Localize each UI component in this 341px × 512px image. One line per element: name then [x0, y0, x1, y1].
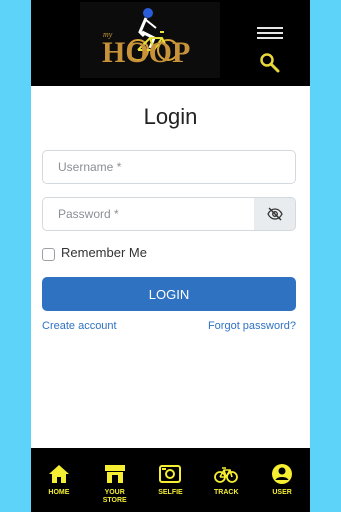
page-title: Login [143, 104, 198, 129]
nav-item-your-store[interactable]: YOUR STORE [87, 448, 143, 512]
logo[interactable]: my HOOP [80, 2, 220, 78]
hamburger-menu-icon[interactable] [257, 27, 283, 41]
nav-item-home[interactable]: HOME [31, 448, 87, 512]
username-field[interactable]: Username * [42, 150, 296, 184]
nav-label-selfie: SELFIE [158, 489, 183, 496]
remember-me-label[interactable]: Remember Me [61, 245, 147, 260]
password-field[interactable]: Password * [42, 197, 255, 231]
password-placeholder: Password * [58, 207, 119, 221]
logo-wordmark: HOOP [102, 36, 191, 69]
user-icon [270, 462, 294, 486]
app-screen: my HOOP Login Username * Password * Reme… [31, 0, 310, 512]
home-icon [47, 462, 71, 486]
login-button-label: LOGIN [148, 286, 190, 302]
forgot-password-link[interactable]: Forgot password? [208, 320, 296, 332]
bicycle-icon [214, 462, 239, 486]
store-icon [103, 462, 127, 486]
search-icon[interactable] [259, 52, 281, 74]
remember-me-checkbox[interactable] [42, 248, 55, 261]
bottom-nav: HOME YOUR STORE SELFIE TRACK USER [31, 448, 310, 512]
nav-item-selfie[interactable]: SELFIE [143, 448, 199, 512]
nav-label-track: TRACK [214, 489, 239, 496]
eye-slash-icon [266, 207, 283, 221]
toggle-password-visibility-button[interactable] [254, 197, 296, 231]
app-header: my HOOP [31, 0, 310, 86]
nav-label-your-store: YOUR STORE [102, 489, 127, 504]
nav-label-user: USER [272, 489, 292, 496]
camera-icon [158, 462, 182, 486]
create-account-link[interactable]: Create account [42, 320, 117, 332]
remember-me: Remember Me [42, 243, 147, 261]
username-placeholder: Username * [58, 160, 122, 174]
nav-item-track[interactable]: TRACK [198, 448, 254, 512]
nav-label-home: HOME [48, 489, 70, 496]
nav-item-user[interactable]: USER [254, 448, 310, 512]
login-button[interactable]: LOGIN [42, 277, 296, 311]
